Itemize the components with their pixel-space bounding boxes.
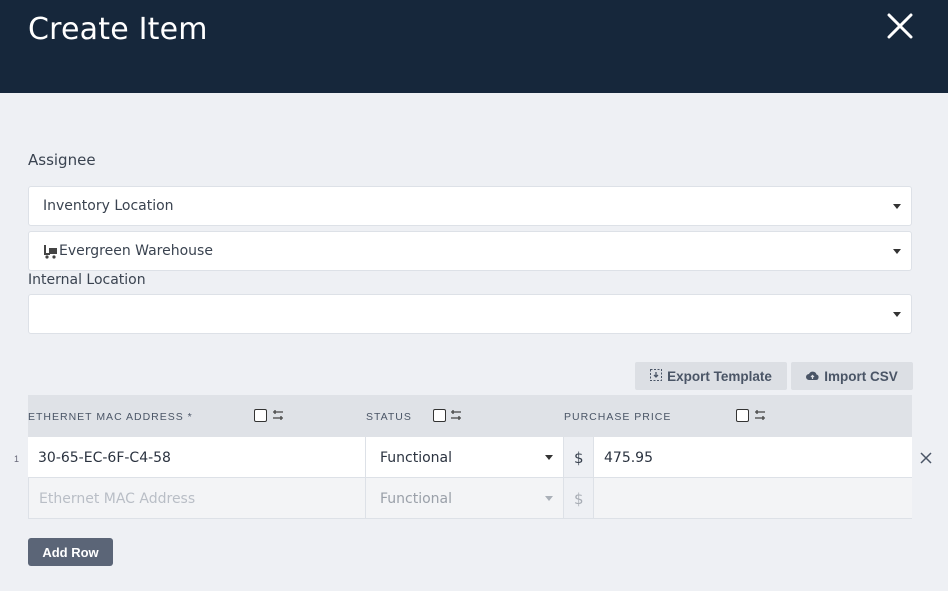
chevron-down-icon xyxy=(545,455,553,460)
import-csv-button[interactable]: Import CSV xyxy=(791,362,913,390)
internal-location-select[interactable] xyxy=(28,294,912,334)
price-fill-checkbox[interactable] xyxy=(736,409,749,422)
grid-header: ETHERNET MAC ADDRESS * STATUS PURCHASE P… xyxy=(28,395,912,437)
price-input[interactable]: 475.95 xyxy=(594,437,912,478)
fill-down-icon[interactable] xyxy=(450,409,462,421)
assignee-type-value: Inventory Location xyxy=(43,198,174,214)
assignee-type-select[interactable]: Inventory Location xyxy=(28,186,912,226)
mac-value: 30-65-EC-6F-C4-58 xyxy=(38,450,171,466)
cloud-upload-icon xyxy=(806,369,819,384)
status-value: Functional xyxy=(380,450,453,466)
location-select[interactable]: Evergreen Warehouse xyxy=(28,231,912,271)
column-header-status: STATUS xyxy=(366,411,412,423)
import-csv-label: Import CSV xyxy=(824,368,898,384)
status-select[interactable]: Functional xyxy=(366,437,564,478)
currency-prefix: $ xyxy=(564,437,594,478)
close-icon[interactable] xyxy=(884,10,916,42)
status-placeholder: Functional xyxy=(380,491,453,507)
chevron-down-icon xyxy=(545,496,553,501)
chevron-down-icon xyxy=(893,204,901,209)
assignee-label: Assignee xyxy=(28,151,96,169)
price-input[interactable] xyxy=(594,478,912,519)
currency-symbol: $ xyxy=(574,490,584,508)
status-select[interactable]: Functional xyxy=(366,478,564,519)
chevron-down-icon xyxy=(893,312,901,317)
mac-cell[interactable]: Ethernet MAC Address xyxy=(28,478,366,519)
fill-down-icon[interactable] xyxy=(754,409,766,421)
delete-row-icon[interactable] xyxy=(919,451,933,465)
mac-fill-checkbox[interactable] xyxy=(254,409,267,422)
add-row-button[interactable]: Add Row xyxy=(28,538,113,566)
currency-symbol: $ xyxy=(574,449,584,467)
modal-title: Create Item xyxy=(28,12,208,47)
modal-header: Create Item xyxy=(0,0,948,93)
currency-prefix: $ xyxy=(564,478,594,519)
internal-location-label: Internal Location xyxy=(28,272,146,288)
column-header-mac: ETHERNET MAC ADDRESS * xyxy=(28,411,193,423)
mac-placeholder: Ethernet MAC Address xyxy=(39,491,196,507)
fill-down-icon[interactable] xyxy=(272,409,284,421)
forklift-icon xyxy=(43,244,58,264)
export-icon xyxy=(650,368,663,384)
export-template-label: Export Template xyxy=(667,368,772,384)
table-row: 30-65-EC-6F-C4-58 Functional $ 475.95 xyxy=(28,437,912,478)
chevron-down-icon xyxy=(893,249,901,254)
status-fill-checkbox[interactable] xyxy=(433,409,446,422)
export-template-button[interactable]: Export Template xyxy=(635,362,787,390)
mac-cell[interactable]: 30-65-EC-6F-C4-58 xyxy=(28,437,366,478)
price-value: 475.95 xyxy=(604,450,653,466)
column-header-price: PURCHASE PRICE xyxy=(564,411,672,423)
row-number: 1 xyxy=(14,454,20,464)
new-row: Ethernet MAC Address Functional $ xyxy=(28,478,912,519)
location-value: Evergreen Warehouse xyxy=(59,243,213,259)
